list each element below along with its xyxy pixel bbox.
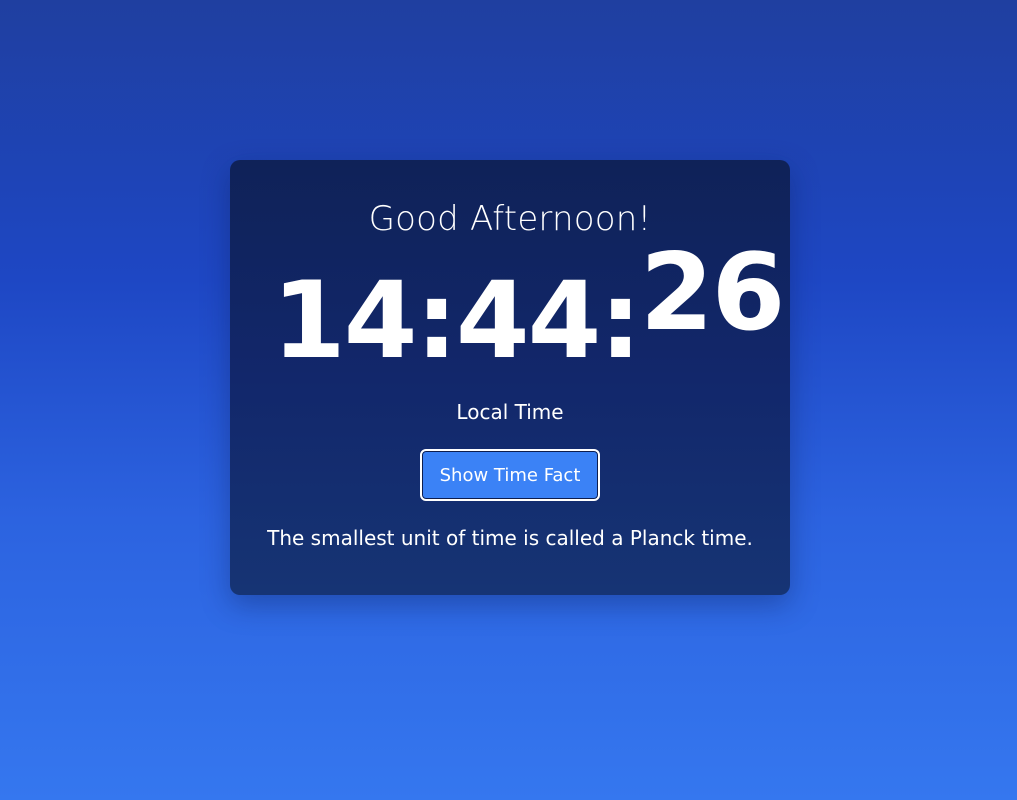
clock-separator: : (415, 259, 458, 382)
digital-clock: 14:44:26 (272, 240, 785, 374)
clock-separator: : (599, 259, 641, 382)
clock-seconds: 26 (639, 231, 786, 354)
show-time-fact-button[interactable]: Show Time Fact (420, 449, 600, 501)
timezone-label: Local Time (456, 400, 564, 424)
clock-hours: 14 (272, 259, 418, 382)
clock-minutes: 44 (455, 259, 602, 382)
time-fact-text: The smallest unit of time is called a Pl… (267, 526, 753, 550)
clock-card: Good Afternoon! 14:44:26 Local Time Show… (230, 160, 790, 595)
